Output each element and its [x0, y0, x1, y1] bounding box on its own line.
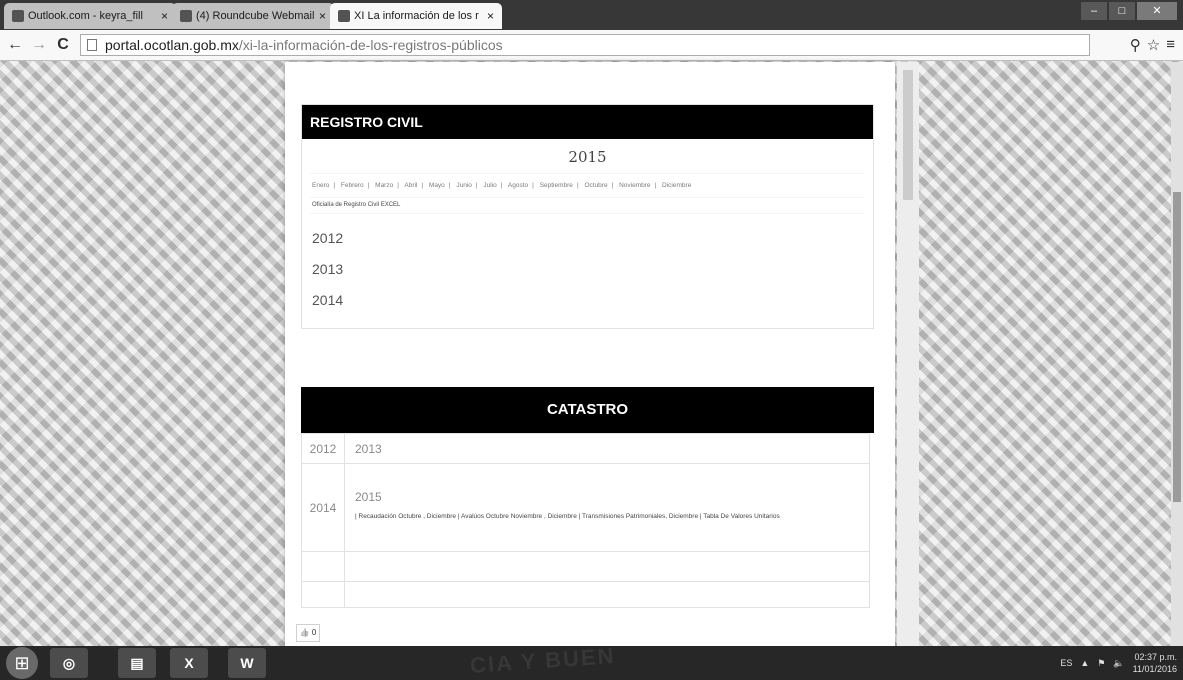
divider — [310, 213, 865, 214]
registro-civil-header: REGISTRO CIVIL — [302, 105, 873, 139]
word-icon[interactable]: W — [228, 648, 266, 678]
tab-roundcube[interactable]: (4) Roundcube Webmail × — [172, 3, 334, 29]
scroll-thumb[interactable] — [1173, 192, 1181, 502]
back-button[interactable]: ← — [4, 35, 26, 55]
office-link[interactable]: Oficialía de Registro Civil EXCEL — [312, 202, 400, 208]
month-link[interactable]: Diciembre — [662, 182, 691, 189]
month-link[interactable]: Agosto — [508, 182, 528, 189]
table-row — [301, 581, 870, 608]
month-link[interactable]: Septiembre — [540, 182, 573, 189]
explorer-icon[interactable]: ▤ — [118, 648, 156, 678]
menu-icon[interactable]: ≡ — [1166, 36, 1175, 54]
table-cell — [344, 551, 870, 582]
tab-xi-informacion[interactable]: XI La información de los r × — [330, 3, 502, 29]
month-link[interactable]: Enero — [312, 182, 329, 189]
clock[interactable]: 02:37 p.m. 11/01/2016 — [1133, 651, 1177, 675]
scroll-thumb[interactable] — [903, 70, 913, 200]
tab-label: (4) Roundcube Webmail — [196, 10, 315, 22]
table-cell[interactable]: 2013 — [344, 433, 870, 464]
close-icon[interactable]: × — [161, 9, 168, 23]
month-link[interactable]: Noviembre — [619, 182, 650, 189]
show-hidden-icons[interactable]: ▲ — [1080, 658, 1089, 668]
close-icon[interactable]: × — [319, 9, 326, 23]
year-link[interactable]: 2012 — [312, 223, 343, 254]
month-links: Enero | Febrero | Marzo | Abril | Mayo | Juni… — [312, 182, 692, 189]
catastro-section: CATASTRO 2012 2013 2014 2015 | Recaudaci… — [301, 387, 874, 622]
table-cell — [301, 551, 345, 582]
taskbar: ⊞ ◎ ▤ X W CIA Y BUEN ES ▲ ⚑ 🔈 02:37 p.m.… — [0, 642, 1183, 680]
network-icon[interactable]: ⚑ — [1097, 658, 1105, 669]
url-domain: portal.ocotlan.gob.mx — [105, 37, 239, 53]
table-row — [301, 551, 870, 582]
registro-civil-year[interactable]: 2015 — [302, 148, 873, 166]
bookmark-star-icon[interactable]: ☆ — [1147, 36, 1160, 54]
registro-civil-section: REGISTRO CIVIL 2015 Enero | Febrero | Marz… — [301, 104, 874, 329]
table-cell: 2015 | Recaudación Octubre , Diciembre |… — [344, 463, 870, 552]
catastro-year[interactable]: 2015 — [355, 490, 859, 504]
browser-tabstrip: Outlook.com - keyra_fill × (4) Roundcube… — [0, 0, 1183, 30]
chrome-icon[interactable]: ◎ — [50, 648, 88, 678]
clock-time: 02:37 p.m. — [1134, 652, 1177, 662]
divider — [310, 197, 865, 198]
tab-outlook[interactable]: Outlook.com - keyra_fill × — [4, 3, 176, 29]
table-row: 2014 2015 | Recaudación Octubre , Diciem… — [301, 463, 870, 552]
system-tray: ES ▲ ⚑ 🔈 02:37 p.m. 11/01/2016 — [1060, 646, 1177, 680]
excel-icon[interactable]: X — [170, 648, 208, 678]
roundcube-icon — [180, 10, 192, 22]
year-list: 2012 2013 2014 — [312, 223, 343, 316]
like-button[interactable]: 👍 0 — [296, 624, 320, 642]
table-cell — [344, 581, 870, 608]
wallpaper-text: CIA Y BUEN — [469, 642, 617, 679]
month-link[interactable]: Febrero — [341, 182, 364, 189]
close-icon[interactable]: × — [487, 9, 494, 23]
month-link[interactable]: Mayo — [429, 182, 445, 189]
language-indicator[interactable]: ES — [1060, 658, 1072, 668]
reload-button[interactable]: C — [52, 35, 74, 55]
table-cell — [301, 581, 345, 608]
catastro-table: 2012 2013 2014 2015 | Recaudación Octubr… — [301, 433, 870, 608]
window-scrollbar[interactable] — [1171, 62, 1183, 646]
minimize-button[interactable]: – — [1081, 2, 1107, 20]
volume-icon[interactable]: 🔈 — [1113, 658, 1124, 669]
forward-button[interactable]: → — [28, 35, 50, 55]
month-link[interactable]: Octubre — [584, 182, 607, 189]
search-icon[interactable]: ⚲ — [1130, 36, 1141, 54]
tab-label: XI La información de los r — [354, 10, 479, 22]
year-link[interactable]: 2013 — [312, 254, 343, 285]
month-link[interactable]: Abril — [404, 182, 417, 189]
table-cell[interactable]: 2014 — [301, 463, 345, 552]
page-content: REGISTRO CIVIL 2015 Enero | Febrero | Marz… — [285, 62, 895, 646]
catastro-links[interactable]: | Recaudación Octubre , Diciembre | Aval… — [355, 512, 859, 522]
month-link[interactable]: Junio — [456, 182, 472, 189]
page-icon — [87, 39, 97, 51]
site-icon — [338, 10, 350, 22]
table-cell[interactable]: 2012 — [301, 433, 345, 464]
divider — [310, 173, 865, 174]
outlook-icon — [12, 10, 24, 22]
month-link[interactable]: Julio — [483, 182, 496, 189]
tab-label: Outlook.com - keyra_fill — [28, 10, 143, 22]
url-path: /xi-la-información-de-los-registros-públ… — [238, 37, 503, 53]
start-button[interactable]: ⊞ — [6, 647, 38, 679]
toolbar-right: ⚲ ☆ ≡ — [1130, 36, 1175, 54]
catastro-header: CATASTRO — [301, 387, 874, 433]
window-controls: – □ ✕ — [1081, 2, 1177, 20]
year-link[interactable]: 2014 — [312, 285, 343, 316]
clock-date: 11/01/2016 — [1132, 664, 1177, 674]
month-link[interactable]: Marzo — [375, 182, 393, 189]
address-bar[interactable]: portal.ocotlan.gob.mx/xi-la-información-… — [80, 34, 1090, 56]
window-close-button[interactable]: ✕ — [1137, 2, 1177, 20]
table-row: 2012 2013 — [301, 433, 870, 464]
page-scrollbar[interactable] — [897, 62, 919, 646]
browser-toolbar: ← → C portal.ocotlan.gob.mx/xi-la-inform… — [0, 30, 1183, 61]
maximize-button[interactable]: □ — [1109, 2, 1135, 20]
